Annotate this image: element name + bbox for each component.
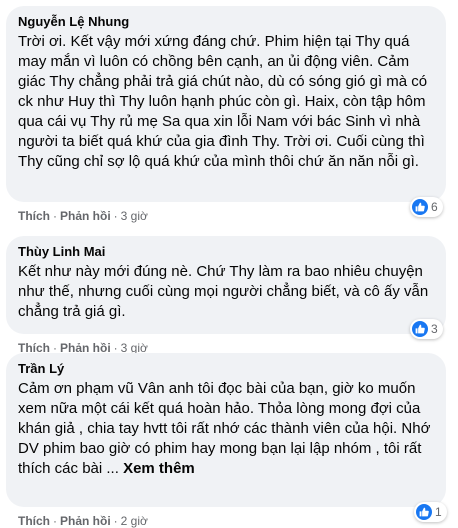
comment-author[interactable]: Thùy Linh Mai (18, 244, 434, 260)
reaction-count: 6 (431, 200, 438, 214)
like-link[interactable]: Thích (18, 209, 50, 223)
comment-actions: Thích · Phản hồi · 2 giờ (18, 514, 148, 528)
reaction-summary[interactable]: 3 (410, 319, 443, 339)
thumbs-up-icon (412, 321, 428, 337)
comment-author[interactable]: Trần Lý (18, 361, 434, 377)
comment-text: Cảm ơn phạm vũ Vân anh tôi đọc bài của b… (18, 379, 434, 479)
separator-dot: · (53, 209, 57, 223)
comment-timestamp[interactable]: 2 giờ (121, 514, 148, 528)
reply-link[interactable]: Phản hồi (60, 209, 111, 223)
reaction-count: 1 (435, 505, 442, 519)
comment-text-body: Cảm ơn phạm vũ Vân anh tôi đọc bài của b… (18, 380, 431, 477)
comment-bubble: Nguyễn Lệ Nhung Trời ơi. Kết vậy mới xứn… (6, 6, 446, 202)
comment-author[interactable]: Nguyễn Lệ Nhung (18, 14, 434, 30)
separator-dot: · (113, 514, 118, 528)
comment-text: Kết như này mới đúng nè. Chứ Thy làm ra … (18, 263, 429, 320)
thumbs-up-icon (416, 504, 432, 520)
comment-bubble: Trần Lý Cảm ơn phạm vũ Vân anh tôi đọc b… (6, 353, 446, 507)
comment-actions: Thích · Phản hồi · 3 giờ (18, 209, 148, 223)
reaction-summary[interactable]: 1 (414, 502, 447, 522)
comment-text: Trời ơi. Kết vậy mới xứng đáng chứ. Phim… (18, 33, 428, 170)
see-more-link[interactable]: Xem thêm (123, 460, 195, 477)
reaction-summary[interactable]: 6 (410, 197, 443, 217)
thumbs-up-icon (412, 199, 428, 215)
like-link[interactable]: Thích (18, 514, 50, 528)
comment-timestamp[interactable]: 3 giờ (121, 209, 148, 223)
separator-dot: · (53, 514, 57, 528)
separator-dot: · (113, 209, 118, 223)
reply-link[interactable]: Phản hồi (60, 514, 111, 528)
reaction-count: 3 (431, 322, 438, 336)
comment-bubble: Thùy Linh Mai Kết như này mới đúng nè. C… (6, 236, 446, 334)
